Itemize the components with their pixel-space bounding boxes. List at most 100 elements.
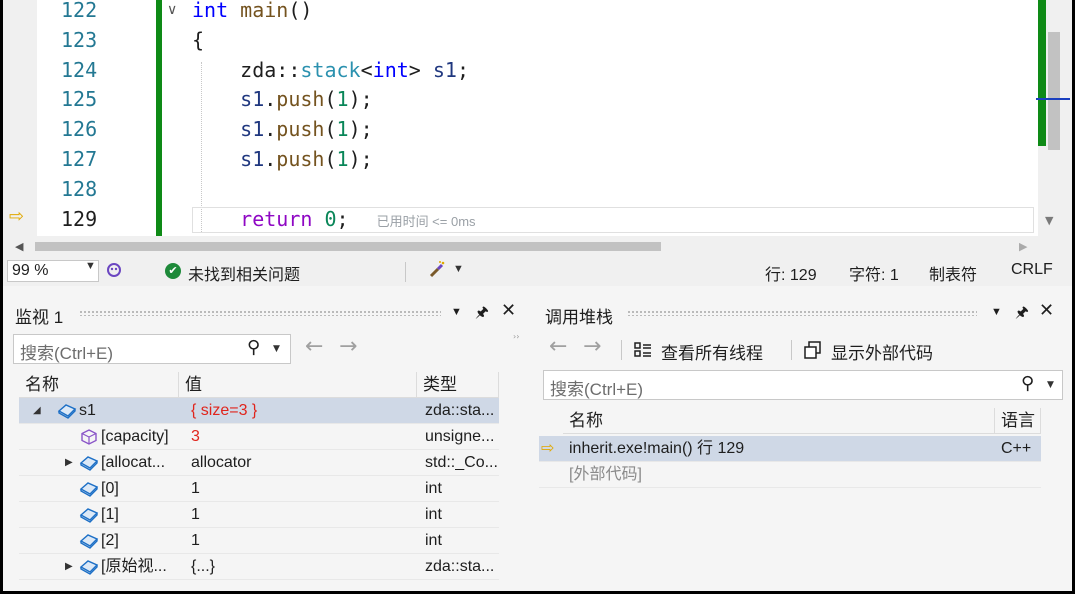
watch-name-cell[interactable]: [0] [97,476,179,502]
pin-icon[interactable]: 🖈 [475,302,489,327]
watch-value-cell[interactable]: 1 [187,502,413,528]
code-line[interactable]: int main() [192,0,312,22]
scrollbar-caret-marker [1036,98,1070,100]
scroll-right-arrow-icon[interactable]: ▶ [1019,240,1027,253]
watch-row[interactable]: ◢ s1 { size=3 } zda::sta... [19,398,499,424]
watch-name-cell[interactable]: [原始视... [97,554,179,580]
panel-menu-dropdown-icon[interactable]: ▼ [451,306,462,318]
scroll-down-arrow-icon[interactable]: ▼ [1045,214,1053,227]
watch-row[interactable]: ▶ [allocat... allocator std::_Co... [19,450,499,476]
watch-row[interactable]: [2] 1 int [19,528,499,554]
code-token: . [264,147,277,171]
watch-row[interactable]: [1] 1 int [19,502,499,528]
watch-name-cell[interactable]: s1 [75,398,179,424]
watch-value-cell[interactable]: {...} [187,554,413,580]
close-icon[interactable]: ✕ [1039,300,1054,321]
search-forward-arrow-icon[interactable]: → [339,334,357,359]
watch-value-cell[interactable]: 1 [187,476,413,502]
code-token: ; [456,57,470,82]
code-token: push [276,117,325,142]
watch-type-cell: zda::sta... [425,558,495,575]
fold-chevron-icon[interactable]: ∨ [167,2,177,18]
code-token: 0 [324,206,337,231]
watch-type-cell: int [425,506,442,523]
close-icon[interactable]: ✕ [501,300,516,321]
show-all-threads-button[interactable]: 查看所有线程 [661,339,763,364]
search-back-arrow-icon[interactable]: ← [305,334,323,359]
threads-icon [634,342,651,357]
watch-row[interactable]: ▶ [原始视... {...} zda::sta... [19,554,499,580]
issues-status[interactable]: 未找到相关问题 [188,261,300,285]
elapsed-time-hint[interactable]: 已用时间 <= 0ms [377,214,476,229]
panel-drag-grip[interactable] [627,310,977,316]
watch-panel: 监视 1 ▼ 🖈 ✕ ›› 搜索(Ctrl+E) ⚲ ▼ ← → 名称 值 类型… [9,296,529,591]
watch-row[interactable]: [capacity] 3 unsigne... [19,424,499,450]
code-cleanup-dropdown-icon[interactable]: ▼ [453,263,464,275]
col-header-type[interactable]: 类型 [417,372,499,398]
code-editor[interactable]: ⇨ 122 123 124 125 126 127 128 129 ∨ int main() {… [3,0,1072,236]
search-icon[interactable]: ⚲ [247,337,260,358]
watch-row[interactable]: [0] 1 int [19,476,499,502]
forward-arrow-icon[interactable]: → [583,334,601,359]
watch-value-cell[interactable]: 3 [187,424,413,450]
overflow-chevron-icon[interactable]: ›› [513,332,519,341]
callstack-language-cell [997,462,1041,488]
code-line[interactable]: zda::stack<int> s1; [192,58,469,82]
watch-value-cell[interactable]: 1 [187,528,413,554]
panel-drag-grip[interactable] [79,310,441,316]
line-ending[interactable]: CRLF [1011,261,1053,279]
back-arrow-icon[interactable]: ← [549,334,567,359]
show-external-code-button[interactable]: 显示外部代码 [831,339,933,364]
watch-panel-header[interactable]: 监视 1 ▼ 🖈 ✕ [9,296,529,328]
line-indicator[interactable]: 行: 129 [765,261,817,285]
object-icon [79,560,99,575]
panel-menu-dropdown-icon[interactable]: ▼ [991,306,1002,318]
callstack-name-cell[interactable]: inherit.exe!main() 行 129 [565,436,993,462]
expand-arrow-icon[interactable]: ▶ [65,450,73,476]
code-line[interactable]: s1.push(1); [192,117,373,141]
callstack-search-input[interactable]: 搜索(Ctrl+E) [543,370,1063,400]
intellicode-icon[interactable] [105,261,123,279]
char-indicator[interactable]: 字符: 1 [849,261,899,285]
code-token: main [228,0,289,22]
callstack-name-cell[interactable]: [外部代码] [565,462,993,488]
toolbar-separator [621,340,622,360]
check-circle-icon: ✔ [165,263,181,279]
zoom-dropdown-icon[interactable]: ▼ [85,260,96,272]
line-number: 127 [61,147,98,171]
watch-name-cell[interactable]: [capacity] [97,424,179,450]
code-line[interactable]: s1.push(1); [192,147,373,171]
watch-value-cell[interactable]: { size=3 } [187,398,413,424]
watch-name-cell[interactable]: [allocat... [97,450,179,476]
col-header-language[interactable]: 语言 [995,408,1041,434]
callstack-panel-header[interactable]: 调用堆栈 ▼ 🖈 ✕ [539,296,1067,328]
search-options-dropdown-icon[interactable]: ▼ [1047,380,1054,390]
code-cleanup-brush-icon[interactable] [427,260,447,280]
callstack-row[interactable]: [外部代码] [539,462,1041,488]
scroll-left-arrow-icon[interactable]: ◀ [15,240,23,253]
indent-mode[interactable]: 制表符 [929,261,977,285]
expand-arrow-icon[interactable]: ▶ [65,554,73,580]
pin-icon[interactable]: 🖈 [1015,302,1029,327]
vertical-scrollbar-thumb[interactable] [1048,32,1060,150]
code-area[interactable]: int main(){ zda::stack<int> s1; s1.push(… [192,0,1038,236]
col-header-name[interactable]: 名称 [563,408,995,434]
search-options-dropdown-icon[interactable]: ▼ [273,344,280,354]
search-icon[interactable]: ⚲ [1021,373,1034,394]
watch-type-cell: int [425,480,442,497]
col-header-name[interactable]: 名称 [19,372,179,398]
callstack-row[interactable]: ⇨ inherit.exe!main() 行 129 C++ [539,436,1041,462]
change-tracking-bar [156,0,162,236]
watch-value-cell[interactable]: allocator [187,450,413,476]
indicator-margin[interactable] [3,0,37,236]
watch-name-cell[interactable]: [2] [97,528,179,554]
watch-type-cell: zda::sta... [425,402,495,419]
code-line[interactable]: { [192,28,204,52]
code-line[interactable]: return 0; 已用时间 <= 0ms [192,206,476,231]
code-line[interactable]: s1.push(1); [192,87,373,111]
col-header-value[interactable]: 值 [179,372,417,398]
horizontal-scrollbar-thumb[interactable] [35,242,661,251]
collapse-arrow-icon[interactable]: ◢ [33,398,41,424]
watch-name-cell[interactable]: [1] [97,502,179,528]
